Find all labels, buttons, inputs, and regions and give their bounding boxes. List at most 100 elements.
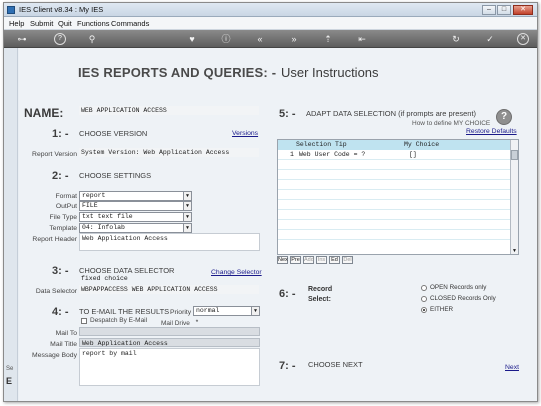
row-number: 1 <box>290 151 294 158</box>
maximize-button[interactable]: □ <box>497 5 511 15</box>
despatch-checkbox[interactable] <box>81 318 87 324</box>
message-body-label: Message Body <box>32 352 77 359</box>
menu-commands[interactable]: Commands <box>111 19 149 28</box>
section5-number: 5: - <box>279 108 296 120</box>
check-icon[interactable]: ✓ <box>484 33 496 45</box>
message-body-field[interactable]: report by mail <box>79 348 260 386</box>
help-icon[interactable]: ? <box>54 33 66 45</box>
close-circle-icon[interactable]: ✕ <box>517 33 529 45</box>
format-label: Format <box>55 193 77 200</box>
report-version-field[interactable]: System Version: Web Application Access <box>79 148 259 157</box>
table-row[interactable] <box>278 210 518 220</box>
upload-icon[interactable]: ⇡ <box>322 33 334 45</box>
priority-select[interactable]: normal ▼ <box>193 306 260 316</box>
section6-number: 6: - <box>279 288 296 300</box>
menu-functions[interactable]: Functions <box>77 19 110 28</box>
section4-title: TO e-MAIL THE RESULTS <box>79 307 170 316</box>
chevron-down-icon[interactable]: ▼ <box>183 202 191 210</box>
radio-open[interactable] <box>421 285 427 291</box>
name-field[interactable]: WEB APPLICATION ACCESS <box>79 106 259 115</box>
name-label: NAME: <box>24 106 64 120</box>
grid-delete-button[interactable]: Del <box>342 256 353 264</box>
grid-button-bar: Nex Pre Add Ins Ed Del <box>277 256 397 265</box>
row-choice: [] <box>409 151 417 158</box>
minimize-button[interactable]: – <box>482 5 496 15</box>
grid-insert-button[interactable]: Ins <box>316 256 327 264</box>
output-select[interactable]: FILE ▼ <box>79 201 192 211</box>
close-button[interactable]: ✕ <box>513 5 533 15</box>
change-selector-link[interactable]: Change Selector <box>211 269 262 276</box>
table-row[interactable] <box>278 200 518 210</box>
col-selection-tip: Selection Tip <box>296 141 347 148</box>
section1-title: CHOOSE VERSION <box>79 129 148 138</box>
table-row[interactable] <box>278 190 518 200</box>
table-row[interactable] <box>278 160 518 170</box>
first-icon[interactable]: ⇤ <box>356 33 368 45</box>
table-row[interactable] <box>278 220 518 230</box>
grid-next-button[interactable]: Nex <box>277 256 288 264</box>
section2-title: CHOOSE SETTINGS <box>79 171 152 180</box>
priority-value: normal <box>196 307 220 314</box>
template-value: 04: Infolab <box>82 224 125 231</box>
grid-add-button[interactable]: Add <box>303 256 314 264</box>
radio-closed[interactable] <box>421 296 427 302</box>
format-select[interactable]: report ▼ <box>79 191 192 201</box>
table-row[interactable] <box>278 180 518 190</box>
mail-title-field[interactable]: Web Application Access <box>79 338 260 347</box>
grid-scrollbar[interactable]: ▼ <box>510 140 518 254</box>
menu-bar: Help Submit Quit Functions Commands <box>4 17 537 30</box>
template-select[interactable]: 04: Infolab ▼ <box>79 223 192 233</box>
table-row[interactable]: 1 Web User Code = ? [] <box>278 150 518 160</box>
section7-title: CHOOSE NEXT <box>308 360 363 369</box>
app-window: IES Client v8.34 : My IES – □ ✕ Help Sub… <box>3 2 538 402</box>
grid-edit-button[interactable]: Ed <box>329 256 340 264</box>
scroll-down-icon[interactable]: ▼ <box>511 248 518 254</box>
left-strip-label: Se <box>6 366 14 372</box>
heart-icon[interactable]: ♥ <box>186 33 198 45</box>
rewind-icon[interactable]: « <box>254 33 266 45</box>
section3-number: 3: - <box>52 265 69 277</box>
chevron-down-icon[interactable]: ▼ <box>183 192 191 200</box>
menu-help[interactable]: Help <box>9 19 24 28</box>
file-type-value: txt text file <box>82 213 133 220</box>
fast-forward-icon[interactable]: » <box>288 33 300 45</box>
app-icon <box>7 6 15 14</box>
restore-defaults-link[interactable]: Restore Defaults <box>466 128 517 135</box>
refresh-icon[interactable]: ↻ <box>450 33 462 45</box>
section7-number: 7: - <box>279 360 296 372</box>
scrollbar-thumb[interactable] <box>511 150 518 160</box>
report-header-label: Report Header <box>32 236 77 243</box>
next-link[interactable]: Next <box>505 364 519 371</box>
file-type-select[interactable]: txt text file ▼ <box>79 212 192 222</box>
versions-link[interactable]: Versions <box>232 130 258 137</box>
grid-header: Selection Tip My Choice <box>278 140 518 150</box>
radio-open-label: OPEN Records only <box>430 284 487 291</box>
mail-to-field[interactable] <box>79 327 260 336</box>
output-label: OutPut <box>55 203 77 210</box>
table-row[interactable] <box>278 170 518 180</box>
main-panel: IES REPORTS AND QUERIES: - User Instruct… <box>19 48 537 401</box>
title-bar: IES Client v8.34 : My IES – □ ✕ <box>4 3 537 17</box>
help-circle-icon[interactable]: ? <box>496 109 512 125</box>
section4-number: 4: - <box>52 306 69 318</box>
chevron-down-icon[interactable]: ▼ <box>183 213 191 221</box>
radio-either[interactable] <box>421 307 427 313</box>
menu-quit[interactable]: Quit <box>58 19 72 28</box>
despatch-label: Despatch By E-Mail <box>90 317 148 324</box>
template-label: Template <box>49 225 77 232</box>
menu-submit[interactable]: Submit <box>30 19 53 28</box>
data-selector-field[interactable]: WBPAPPACCESS WEB APPLICATION ACCESS <box>79 285 259 294</box>
priority-label: Priority <box>170 309 192 316</box>
format-value: report <box>82 192 106 199</box>
chevron-down-icon[interactable]: ▼ <box>251 307 259 315</box>
mail-drive-value: * <box>195 319 199 326</box>
table-row[interactable] <box>278 230 518 240</box>
info-icon[interactable]: ⓘ <box>220 33 232 45</box>
report-header-field[interactable]: Web Application Access <box>79 233 260 251</box>
key-icon[interactable]: ⊶ <box>14 33 30 45</box>
chevron-down-icon[interactable]: ▼ <box>183 224 191 232</box>
search-icon[interactable]: ⚲ <box>86 33 98 45</box>
radio-closed-label: CLOSED Records Only <box>430 295 496 302</box>
window-title: IES Client v8.34 : My IES <box>19 5 104 14</box>
grid-prev-button[interactable]: Pre <box>290 256 301 264</box>
